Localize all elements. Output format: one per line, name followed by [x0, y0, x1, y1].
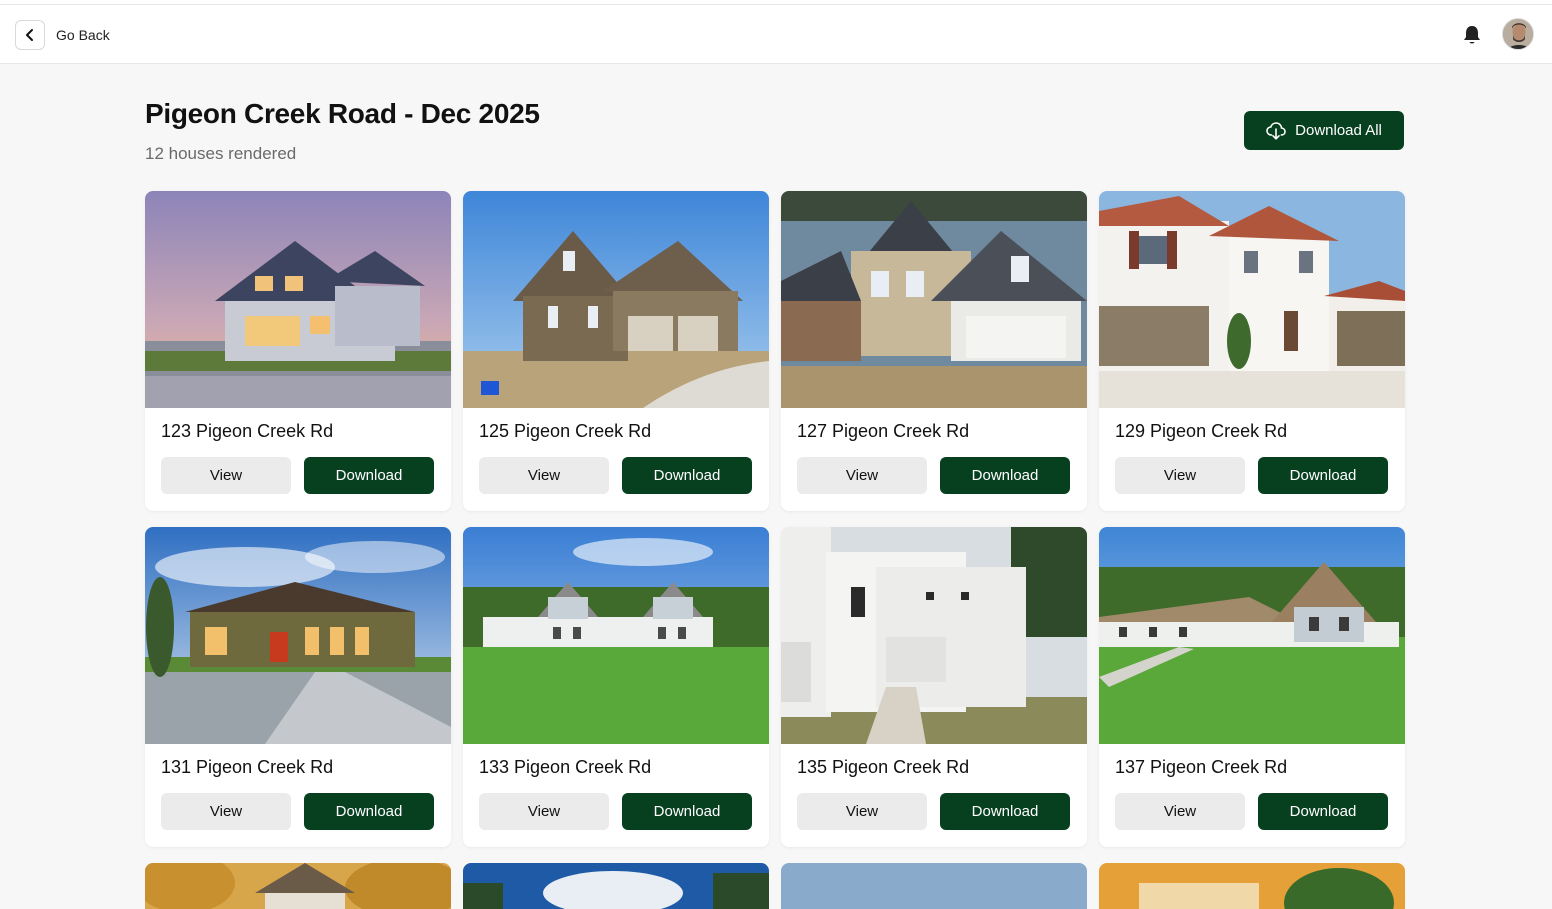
house-address: 129 Pigeon Creek Rd: [1115, 421, 1288, 441]
download-all-label: Download All: [1295, 122, 1382, 139]
house-card: 123 Pigeon Creek Rd View Download: [145, 191, 451, 511]
bell-icon[interactable]: [1462, 24, 1482, 46]
house-address: 133 Pigeon Creek Rd: [479, 757, 652, 777]
back-button[interactable]: [15, 20, 45, 50]
view-button[interactable]: View: [1115, 457, 1245, 494]
view-button[interactable]: View: [479, 457, 609, 494]
page-subtitle: 12 houses rendered: [145, 144, 297, 163]
download-button[interactable]: Download: [304, 457, 434, 494]
page-title: Pigeon Creek Road - Dec 2025: [145, 98, 540, 129]
house-photo: [463, 863, 769, 909]
house-card-partial[interactable]: [463, 863, 769, 909]
house-photo[interactable]: [145, 191, 451, 408]
house-card-partial[interactable]: [145, 863, 451, 909]
download-button[interactable]: Download: [622, 793, 752, 830]
download-button[interactable]: Download: [940, 457, 1070, 494]
house-photo[interactable]: [463, 191, 769, 408]
top-bar: Go Back: [0, 5, 1552, 64]
house-photo[interactable]: [463, 527, 769, 744]
download-button[interactable]: Download: [304, 793, 434, 830]
house-card: 129 Pigeon Creek Rd View Download: [1099, 191, 1405, 511]
view-button[interactable]: View: [797, 457, 927, 494]
back-label[interactable]: Go Back: [56, 27, 110, 43]
house-address: 127 Pigeon Creek Rd: [797, 421, 970, 441]
house-photo[interactable]: [781, 191, 1087, 408]
house-address: 123 Pigeon Creek Rd: [161, 421, 334, 441]
avatar-image: [1503, 19, 1533, 49]
house-card: 127 Pigeon Creek Rd View Download: [781, 191, 1087, 511]
house-address: 135 Pigeon Creek Rd: [797, 757, 970, 777]
house-card: 133 Pigeon Creek Rd View Download: [463, 527, 769, 847]
house-card: 135 Pigeon Creek Rd View Download: [781, 527, 1087, 847]
download-all-button[interactable]: Download All: [1244, 111, 1404, 150]
house-photo: [781, 863, 1087, 909]
house-card: 137 Pigeon Creek Rd View Download: [1099, 527, 1405, 847]
house-card: 131 Pigeon Creek Rd View Download: [145, 527, 451, 847]
house-address: 131 Pigeon Creek Rd: [161, 757, 334, 777]
view-button[interactable]: View: [1115, 793, 1245, 830]
download-button[interactable]: Download: [940, 793, 1070, 830]
view-button[interactable]: View: [479, 793, 609, 830]
house-photo[interactable]: [1099, 527, 1405, 744]
view-button[interactable]: View: [797, 793, 927, 830]
house-photo[interactable]: [1099, 191, 1405, 408]
download-button[interactable]: Download: [1258, 793, 1388, 830]
download-button[interactable]: Download: [1258, 457, 1388, 494]
house-photo: [1099, 863, 1405, 909]
chevron-left-icon: [26, 29, 33, 41]
house-photo[interactable]: [781, 527, 1087, 744]
house-card-partial[interactable]: [1099, 863, 1405, 909]
house-card-partial[interactable]: [781, 863, 1087, 909]
house-address: 137 Pigeon Creek Rd: [1115, 757, 1288, 777]
house-card: 125 Pigeon Creek Rd View Download: [463, 191, 769, 511]
avatar[interactable]: [1502, 18, 1534, 50]
house-photo[interactable]: [145, 527, 451, 744]
view-button[interactable]: View: [161, 793, 291, 830]
house-address: 125 Pigeon Creek Rd: [479, 421, 652, 441]
cloud-download-icon: [1266, 121, 1286, 140]
house-photo: [145, 863, 451, 909]
view-button[interactable]: View: [161, 457, 291, 494]
download-button[interactable]: Download: [622, 457, 752, 494]
